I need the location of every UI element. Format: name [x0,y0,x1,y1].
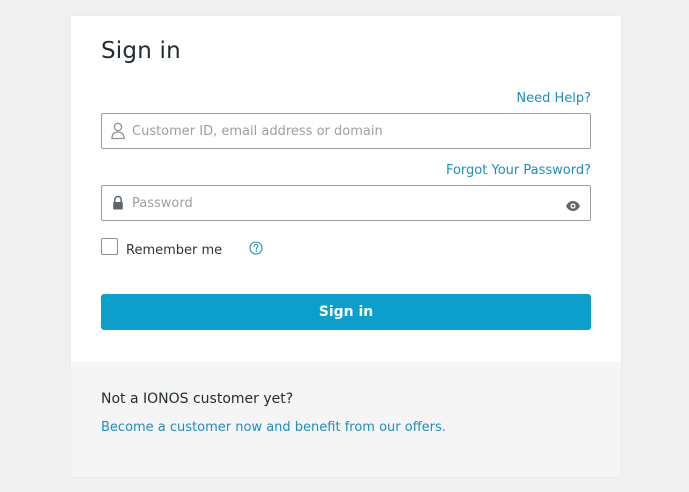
remember-me-label: Remember me [126,243,223,258]
username-input[interactable] [132,114,552,148]
remember-me-checkbox[interactable] [101,238,118,255]
login-card: Sign in Need Help? Forgot Your Password? [71,16,621,477]
sign-in-button[interactable]: Sign in [101,294,591,330]
password-field[interactable] [101,185,591,221]
password-input[interactable] [132,186,552,220]
become-customer-link[interactable]: Become a customer now and benefit from o… [101,420,446,435]
forgot-password-link[interactable]: Forgot Your Password? [446,163,591,178]
question-icon[interactable] [249,240,263,255]
eye-icon[interactable] [565,197,581,211]
register-prompt: Not a IONOS customer yet? [101,391,294,407]
need-help-link[interactable]: Need Help? [516,91,591,106]
lock-icon [110,194,126,212]
username-field[interactable] [101,113,591,149]
user-icon [110,122,126,140]
page-title: Sign in [101,38,181,64]
register-section: Not a IONOS customer yet? Become a custo… [71,362,621,477]
